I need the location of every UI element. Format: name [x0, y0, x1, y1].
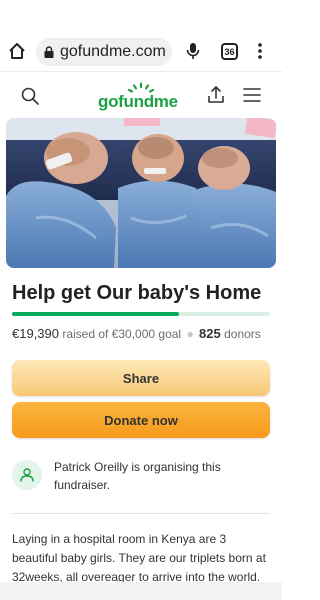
search-icon[interactable] [20, 86, 40, 106]
triplets-photo [6, 118, 276, 268]
gofundme-logo[interactable]: gofundme [98, 82, 188, 112]
progress-bar-fill [12, 312, 179, 316]
organiser-info: Patrick Oreilly is organising this fundr… [12, 458, 270, 498]
progress-bar [12, 312, 270, 316]
site-header: gofundme [0, 74, 282, 118]
tab-count: 36 [224, 46, 235, 57]
campaign-story: Laying in a hospital room in Kenya are 3… [12, 532, 266, 584]
browser-toolbar: gofundme.com 36 [0, 0, 282, 72]
donate-button-label: Donate now [104, 412, 178, 428]
lock-icon [44, 46, 54, 58]
logo-text: gofundme [98, 92, 178, 111]
campaign-hero-image[interactable] [6, 118, 276, 268]
hamburger-menu-icon[interactable] [243, 87, 261, 103]
share-button[interactable]: Share [12, 360, 270, 396]
campaign-title: Help get Our baby's Home [12, 282, 262, 304]
address-bar[interactable]: gofundme.com [36, 38, 172, 66]
system-navigation-bar [0, 582, 282, 600]
raised-goal-text: raised of €30,000 goal [62, 327, 182, 341]
tabs-button[interactable]: 36 [221, 43, 238, 60]
share-button-label: Share [122, 370, 160, 386]
donor-count: 825 [199, 326, 221, 341]
organiser-avatar [12, 460, 42, 490]
share-upload-icon[interactable] [206, 85, 226, 105]
kebab-menu-icon[interactable] [256, 42, 264, 60]
amount-raised: €19,390 [12, 326, 59, 341]
donation-stats: €19,390 raised of €30,000 goal ● 825 don… [12, 326, 274, 341]
microphone-icon[interactable] [186, 42, 200, 60]
donors-label: donors [224, 327, 261, 341]
separator-dot: ● [186, 327, 194, 341]
donate-now-button[interactable]: Donate now [12, 402, 270, 438]
home-icon[interactable] [8, 42, 26, 60]
url-text: gofundme.com [60, 43, 166, 60]
divider [12, 513, 270, 514]
organiser-text: Patrick Oreilly is organising this fundr… [54, 460, 221, 492]
organiser-person-icon [20, 468, 34, 482]
